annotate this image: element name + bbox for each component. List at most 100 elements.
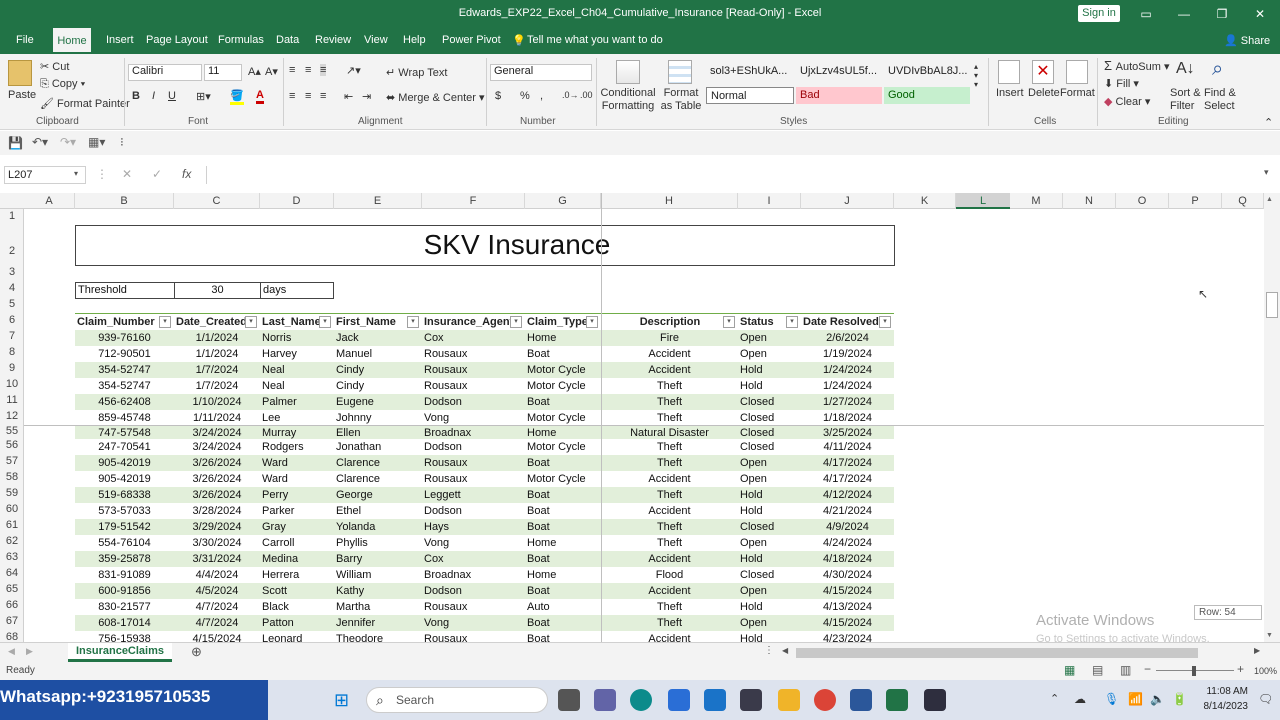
table-cell[interactable]: Theft	[603, 439, 736, 455]
table-cell[interactable]: Ethel	[336, 503, 420, 519]
row-header[interactable]: 5	[0, 298, 24, 310]
table-cell[interactable]: Kathy	[336, 583, 420, 599]
table-cell[interactable]: 831-91089	[77, 567, 172, 583]
table-cell[interactable]: 4/5/2024	[176, 583, 258, 599]
column-header-e[interactable]: E	[334, 193, 422, 209]
table-cell[interactable]: Open	[740, 471, 799, 487]
row-header[interactable]: 11	[0, 394, 24, 410]
table-cell[interactable]: 519-68338	[77, 487, 172, 503]
format-painter-button[interactable]: 🖌 Format Painter	[40, 97, 130, 110]
tab-home[interactable]: Home	[53, 28, 91, 54]
table-cell[interactable]: Auto	[527, 599, 599, 615]
table-cell[interactable]: Jonathan	[336, 439, 420, 455]
table-cell[interactable]: 456-62408	[77, 394, 172, 410]
table-cell[interactable]: Rousaux	[424, 471, 523, 487]
cell-style-3[interactable]: UVDIvBbAL8J...	[884, 63, 970, 80]
tab-data[interactable]: Data	[276, 34, 299, 46]
find-select-button[interactable]: Find & Select	[1204, 87, 1248, 113]
prev-sheet-icon[interactable]: ◀	[8, 646, 15, 657]
number-format-select[interactable]: General	[490, 64, 592, 81]
insert-function-button[interactable]: fx	[182, 167, 191, 181]
threshold-unit[interactable]: days	[263, 282, 286, 298]
tab-file[interactable]: File	[16, 34, 34, 46]
undo-icon[interactable]: ↶▾	[32, 135, 48, 149]
table-cell[interactable]: 600-91856	[77, 583, 172, 599]
table-cell[interactable]: 4/11/2024	[803, 439, 892, 455]
zoom-out-icon[interactable]: −	[1144, 662, 1151, 676]
bottom-align-icon[interactable]: ≡	[320, 64, 327, 76]
table-cell[interactable]: Ward	[262, 455, 332, 471]
row-header[interactable]: 59	[0, 487, 24, 503]
autosum-button[interactable]: Σ AutoSum ▾	[1104, 58, 1169, 73]
table-cell[interactable]: Open	[740, 535, 799, 551]
scroll-down-icon[interactable]: ▼	[1266, 632, 1273, 639]
table-cell[interactable]: Dodson	[424, 439, 523, 455]
shrink-font-icon[interactable]: A▾	[265, 65, 278, 78]
table-cell[interactable]: Rousaux	[424, 455, 523, 471]
column-header-h[interactable]: H	[601, 193, 738, 209]
table-cell[interactable]: Hold	[740, 631, 799, 642]
enter-icon[interactable]: ✓	[152, 167, 162, 181]
table-cell[interactable]: 1/24/2024	[803, 362, 892, 378]
excel-icon[interactable]	[886, 689, 908, 711]
maximize-icon[interactable]: ❐	[1210, 4, 1234, 24]
conditional-formatting-button[interactable]: Conditional Formatting	[600, 87, 656, 113]
table-cell[interactable]: 1/1/2024	[176, 346, 258, 362]
table-cell[interactable]: Hold	[740, 503, 799, 519]
row-header[interactable]: 67	[0, 615, 24, 631]
table-cell[interactable]: Hold	[740, 487, 799, 503]
table-cell[interactable]: Leggett	[424, 487, 523, 503]
table-cell[interactable]: 4/9/2024	[803, 519, 892, 535]
cell-style-2[interactable]: UjxLzv4sUL5f...	[796, 63, 882, 80]
table-cell[interactable]: Theft	[603, 519, 736, 535]
filter-dropdown-icon[interactable]: ▾	[586, 316, 598, 328]
delete-cells-icon[interactable]: ✕	[1032, 60, 1054, 84]
table-cell[interactable]: Hold	[740, 362, 799, 378]
table-cell[interactable]: 1/11/2024	[176, 410, 258, 425]
table-cell[interactable]: 3/26/2024	[176, 471, 258, 487]
filter-dropdown-icon[interactable]: ▾	[723, 316, 735, 328]
table-cell[interactable]: Lee	[262, 410, 332, 425]
decrease-indent-icon[interactable]: ⇤	[344, 90, 353, 103]
table-cell[interactable]: Palmer	[262, 394, 332, 410]
table-cell[interactable]: 608-17014	[77, 615, 172, 631]
cell-style-good[interactable]: Good	[884, 87, 970, 104]
teams-icon[interactable]	[594, 689, 616, 711]
borders-icon[interactable]: ⊞▾	[196, 90, 211, 103]
filter-dropdown-icon[interactable]: ▾	[159, 316, 171, 328]
scroll-left-icon[interactable]: ◀	[782, 646, 788, 655]
row-header[interactable]: 62	[0, 535, 24, 551]
table-cell[interactable]: 3/24/2024	[176, 439, 258, 455]
table-cell[interactable]: Accident	[603, 551, 736, 567]
table-cell[interactable]: Fire	[603, 330, 736, 346]
table-cell[interactable]: Closed	[740, 394, 799, 410]
table-cell[interactable]: Home	[527, 535, 599, 551]
table-cell[interactable]: Motor Cycle	[527, 410, 599, 425]
chrome-icon[interactable]	[814, 689, 836, 711]
row-header[interactable]: 9	[0, 362, 24, 378]
format-cells-icon[interactable]	[1066, 60, 1088, 84]
vertical-scroll-thumb[interactable]	[1266, 292, 1278, 318]
table-cell[interactable]: Leonard	[262, 631, 332, 642]
row-header[interactable]: 7	[0, 330, 24, 346]
cancel-icon[interactable]: ✕	[122, 167, 132, 181]
page-break-view-icon[interactable]: ▥	[1120, 663, 1131, 677]
table-cell[interactable]: Yolanda	[336, 519, 420, 535]
sign-in-button[interactable]: Sign in	[1078, 5, 1120, 22]
table-cell[interactable]: Perry	[262, 487, 332, 503]
table-cell[interactable]: Motor Cycle	[527, 471, 599, 487]
table-cell[interactable]: 3/28/2024	[176, 503, 258, 519]
normal-view-icon[interactable]: ▦	[1064, 663, 1075, 677]
tab-insert[interactable]: Insert	[106, 34, 134, 46]
row-header[interactable]: 6	[0, 314, 24, 326]
column-header-a[interactable]: A	[24, 193, 75, 209]
table-cell[interactable]: Open	[740, 583, 799, 599]
row-header[interactable]: 10	[0, 378, 24, 394]
currency-button[interactable]: $	[495, 90, 501, 102]
table-cell[interactable]: 4/24/2024	[803, 535, 892, 551]
table-cell[interactable]: Cindy	[336, 378, 420, 394]
fill-button[interactable]: ⬇ Fill ▾	[1104, 77, 1139, 90]
horizontal-scroll-thumb[interactable]	[796, 648, 1198, 658]
table-cell[interactable]: 354-52747	[77, 362, 172, 378]
align-center-icon[interactable]: ≡	[305, 90, 311, 102]
